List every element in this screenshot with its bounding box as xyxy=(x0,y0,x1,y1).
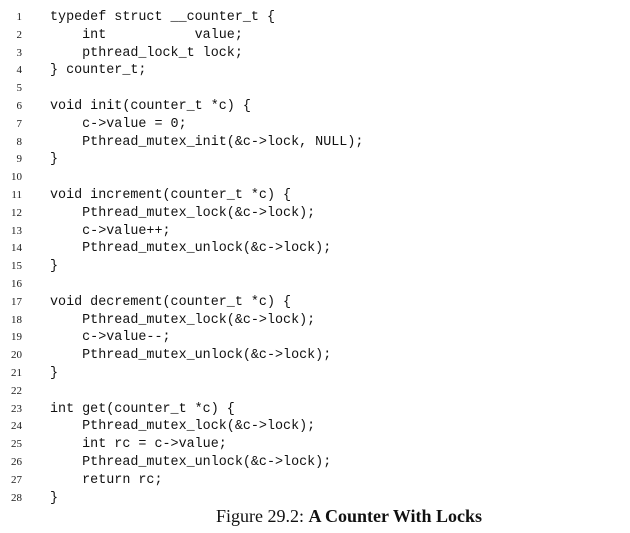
line-code: c->value--; xyxy=(50,330,171,346)
code-line: 3 pthread_lock_t lock; xyxy=(0,45,630,63)
line-code: return rc; xyxy=(50,472,163,488)
code-line: 13 c->value++; xyxy=(0,223,630,241)
line-number: 20 xyxy=(11,349,22,362)
document-page: 1 typedef struct __counter_t { 2 int value… xyxy=(0,0,630,533)
code-line: 2 int value; xyxy=(0,27,630,45)
line-number: 13 xyxy=(11,224,22,237)
code-line: 7 c->value = 0; xyxy=(0,116,630,134)
code-line: 15} xyxy=(0,258,630,276)
line-code: Pthread_mutex_init(&c->lock, NULL); xyxy=(50,134,364,150)
code-line: 14 Pthread_mutex_unlock(&c->lock); xyxy=(0,240,630,258)
line-number: 9 xyxy=(16,153,23,166)
figure-caption: Figure 29.2: A Counter With Locks xyxy=(216,506,482,527)
line-code: Pthread_mutex_unlock(&c->lock); xyxy=(50,454,332,470)
line-number: 3 xyxy=(16,46,23,59)
line-number: 6 xyxy=(16,99,23,112)
code-line: 22 xyxy=(0,383,630,401)
line-code: Pthread_mutex_lock(&c->lock); xyxy=(50,419,316,435)
code-line: 16 xyxy=(0,276,630,294)
line-number: 19 xyxy=(11,331,22,344)
code-line: 20 Pthread_mutex_unlock(&c->lock); xyxy=(0,347,630,365)
line-code: } counter_t; xyxy=(50,63,147,79)
line-number: 17 xyxy=(11,295,22,308)
line-number: 25 xyxy=(11,438,22,451)
line-number: 4 xyxy=(16,64,23,77)
line-code: } xyxy=(50,365,59,381)
code-line: 1 typedef struct __counter_t { xyxy=(0,9,630,27)
line-number: 16 xyxy=(11,277,22,290)
line-number: 21 xyxy=(11,366,22,379)
code-line: 11 void increment(counter_t *c) { xyxy=(0,187,630,205)
line-code: typedef struct __counter_t { xyxy=(50,10,275,25)
code-line: 24 Pthread_mutex_lock(&c->lock); xyxy=(0,418,630,436)
line-number: 5 xyxy=(16,82,23,95)
line-code: Pthread_mutex_unlock(&c->lock); xyxy=(50,348,332,364)
line-number: 8 xyxy=(16,135,23,148)
code-line: 12 Pthread_mutex_lock(&c->lock); xyxy=(0,205,630,223)
line-code: c->value++; xyxy=(50,223,171,239)
line-number: 7 xyxy=(16,117,23,130)
caption-label: Figure 29.2: xyxy=(216,506,304,526)
line-number: 2 xyxy=(16,28,23,41)
line-code: int value; xyxy=(50,27,243,43)
code-line: 26 Pthread_mutex_unlock(&c->lock); xyxy=(0,454,630,472)
code-line: 19 c->value--; xyxy=(0,329,630,347)
code-line: 28} xyxy=(0,490,630,508)
line-number: 14 xyxy=(11,242,22,255)
line-number: 23 xyxy=(11,402,22,415)
code-line: 25 int rc = c->value; xyxy=(0,436,630,454)
code-line: 27 return rc; xyxy=(0,472,630,490)
code-line: 17 void decrement(counter_t *c) { xyxy=(0,294,630,312)
line-code: pthread_lock_t lock; xyxy=(50,45,243,61)
code-line: 18 Pthread_mutex_lock(&c->lock); xyxy=(0,312,630,330)
code-line: 10 xyxy=(0,169,630,187)
line-number: 26 xyxy=(11,455,22,468)
line-number: 10 xyxy=(11,171,22,184)
line-number: 12 xyxy=(11,206,22,219)
code-line: 6 void init(counter_t *c) { xyxy=(0,98,630,116)
line-code: void decrement(counter_t *c) { xyxy=(50,294,292,310)
line-number: 28 xyxy=(11,491,22,504)
line-code: Pthread_mutex_unlock(&c->lock); xyxy=(50,241,332,257)
line-code: void increment(counter_t *c) { xyxy=(50,187,292,203)
line-number: 18 xyxy=(11,313,22,326)
line-code: } xyxy=(50,490,59,506)
line-number: 24 xyxy=(11,420,22,433)
line-number: 27 xyxy=(11,473,22,486)
line-number: 11 xyxy=(11,188,22,201)
code-line: 9} xyxy=(0,151,630,169)
line-number: 22 xyxy=(11,384,22,397)
line-code: int get(counter_t *c) { xyxy=(50,401,235,417)
line-code: } xyxy=(50,152,59,168)
line-code: } xyxy=(50,259,59,275)
line-number: 1 xyxy=(16,11,23,23)
code-line: 8 Pthread_mutex_init(&c->lock, NULL); xyxy=(0,134,630,152)
code-line: 5 xyxy=(0,80,630,98)
code-line: 21} xyxy=(0,365,630,383)
line-number: 15 xyxy=(11,260,22,273)
line-code: int rc = c->value; xyxy=(50,437,227,453)
code-listing: 1 typedef struct __counter_t { 2 int value… xyxy=(0,9,630,507)
line-code: Pthread_mutex_lock(&c->lock); xyxy=(50,205,316,221)
code-line: 4 } counter_t; xyxy=(0,62,630,80)
line-code: Pthread_mutex_lock(&c->lock); xyxy=(50,312,316,328)
code-line: 23 int get(counter_t *c) { xyxy=(0,401,630,419)
line-code: c->value = 0; xyxy=(50,116,187,132)
caption-title: A Counter With Locks xyxy=(308,506,483,526)
line-code: void init(counter_t *c) { xyxy=(50,98,251,114)
